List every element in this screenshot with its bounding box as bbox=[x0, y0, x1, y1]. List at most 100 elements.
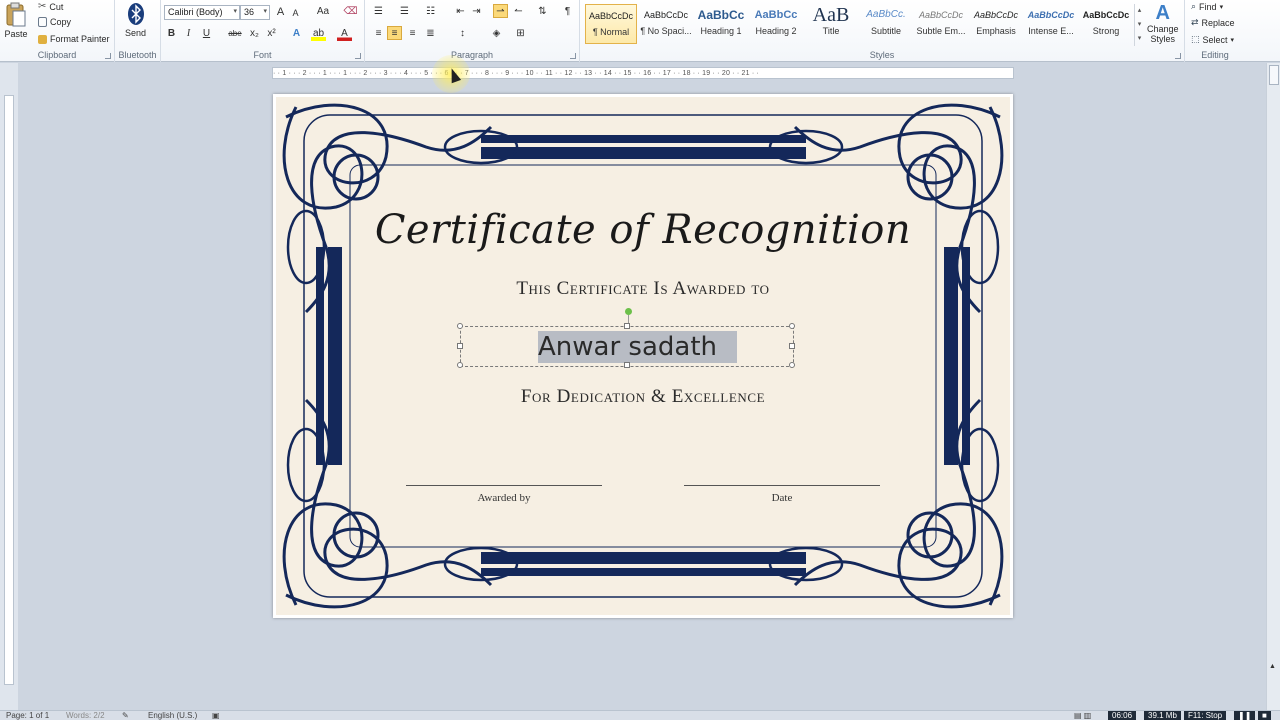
increase-indent-button[interactable]: ⇥ bbox=[469, 5, 484, 19]
styles-launcher[interactable] bbox=[1175, 53, 1181, 59]
rtl-button[interactable]: ↼ bbox=[511, 5, 526, 19]
paragraph-launcher[interactable] bbox=[570, 53, 576, 59]
bluetooth-send-button[interactable]: Send bbox=[125, 2, 146, 38]
font-launcher[interactable] bbox=[355, 53, 361, 59]
style-title[interactable]: AaB Title bbox=[805, 4, 857, 44]
styles-gallery-scroll[interactable]: ▴ ▾ ▾ bbox=[1134, 4, 1144, 46]
status-bar: Page: 1 of 1 Words: 2/2 ✎ English (U.S.)… bbox=[0, 710, 1280, 720]
change-case-button[interactable]: Aa bbox=[313, 5, 333, 19]
word-count[interactable]: Words: 2/2 bbox=[66, 711, 105, 720]
replace-label: Replace bbox=[1201, 17, 1235, 28]
align-right-button[interactable]: ≡ bbox=[405, 27, 420, 41]
highlight-button[interactable]: ab bbox=[311, 27, 326, 41]
line-spacing-button[interactable]: ↕ bbox=[455, 27, 470, 41]
resize-handle-bottom[interactable] bbox=[624, 362, 630, 368]
clear-formatting-button[interactable]: ⌫ bbox=[343, 5, 358, 19]
resize-handle-top[interactable] bbox=[624, 323, 630, 329]
send-label: Send bbox=[125, 28, 147, 38]
scrollbar-thumb[interactable] bbox=[1269, 65, 1279, 85]
page-count[interactable]: Page: 1 of 1 bbox=[6, 711, 49, 720]
clipboard-launcher[interactable] bbox=[105, 53, 111, 59]
style-subtitle[interactable]: AaBbCc. Subtitle bbox=[860, 4, 912, 44]
recipient-name-selected[interactable]: Anwar sadath bbox=[538, 331, 738, 363]
superscript-button[interactable]: x² bbox=[264, 27, 279, 41]
numbered-list-icon: ☰ bbox=[400, 6, 409, 17]
italic-button[interactable]: I bbox=[181, 27, 196, 41]
resize-handle-bl[interactable] bbox=[457, 362, 463, 368]
underline-button[interactable]: U bbox=[199, 27, 214, 41]
left-to-right-icon: ⇀ bbox=[496, 6, 505, 17]
show-formatting-button[interactable]: ¶ bbox=[560, 5, 575, 19]
recipient-name-textbox[interactable]: Anwar sadath bbox=[457, 323, 795, 368]
copy-button[interactable]: Copy bbox=[38, 17, 71, 27]
numbering-button[interactable]: ☰ bbox=[397, 5, 412, 19]
bullet-list-icon: ☰ bbox=[374, 6, 383, 17]
awarded-by-label: Awarded by bbox=[477, 492, 531, 504]
top-band-inner bbox=[481, 147, 806, 159]
style-no-spacing[interactable]: AaBbCcDc ¶ No Spaci... bbox=[640, 4, 692, 44]
resize-handle-br[interactable] bbox=[789, 362, 795, 368]
style-subtle-emphasis[interactable]: AaBbCcDc Subtle Em... bbox=[915, 4, 967, 44]
stop-icon[interactable]: ■ bbox=[1258, 711, 1271, 720]
font-size-value: 36 bbox=[244, 7, 255, 17]
align-left-button[interactable]: ≡ bbox=[371, 27, 386, 41]
justify-icon: ≣ bbox=[426, 28, 435, 39]
scroll-up-icon[interactable]: ▲ bbox=[1269, 663, 1276, 670]
resize-handle-left[interactable] bbox=[457, 343, 463, 349]
language-indicator[interactable]: English (U.S.) bbox=[148, 711, 197, 720]
paste-button[interactable]: Paste bbox=[4, 2, 28, 39]
decrease-indent-button[interactable]: ⇤ bbox=[453, 5, 468, 19]
cut-button[interactable]: ✂ Cut bbox=[38, 1, 63, 12]
ltr-button[interactable]: ⇀ bbox=[493, 4, 508, 18]
rotation-handle[interactable] bbox=[625, 308, 632, 315]
bold-button[interactable]: B bbox=[164, 27, 179, 41]
grow-font-button[interactable]: A bbox=[273, 5, 288, 19]
shading-button[interactable]: ◈ bbox=[489, 27, 504, 41]
style-strong[interactable]: AaBbCcDc Strong bbox=[1080, 4, 1132, 44]
style-name: ¶ No Spaci... bbox=[640, 26, 692, 36]
macro-icon[interactable]: ▣ bbox=[212, 711, 220, 720]
bullets-button[interactable]: ☰ bbox=[371, 5, 386, 19]
chevron-down-icon: ▾ bbox=[1230, 36, 1235, 44]
text-effects-button[interactable]: A bbox=[289, 27, 304, 41]
resize-handle-right[interactable] bbox=[789, 343, 795, 349]
recorder-time: 06:06 bbox=[1108, 711, 1137, 720]
vertical-scrollbar[interactable]: ▲ bbox=[1266, 63, 1280, 710]
style-heading-1[interactable]: AaBbCc Heading 1 bbox=[695, 4, 747, 44]
style-normal[interactable]: AaBbCcDc ¶ Normal bbox=[585, 4, 637, 44]
bluetooth-group: Send Bluetooth bbox=[115, 0, 161, 62]
horizontal-ruler[interactable]: · · 1 · · · 2 · · · 1 · · · 1 · · · 2 · … bbox=[272, 67, 1014, 79]
change-styles-button[interactable]: A Change Styles bbox=[1147, 2, 1179, 44]
vertical-ruler[interactable] bbox=[0, 63, 18, 710]
shrink-font-button[interactable]: A bbox=[288, 6, 303, 20]
style-emphasis[interactable]: AaBbCcDc Emphasis bbox=[970, 4, 1022, 44]
style-name: Intense E... bbox=[1028, 26, 1074, 36]
font-color-button[interactable]: A bbox=[337, 27, 352, 41]
resize-handle-tl[interactable] bbox=[457, 323, 463, 329]
borders-button[interactable]: ⊞ bbox=[513, 27, 528, 41]
date-signature-line bbox=[684, 485, 880, 486]
font-group: Calibri (Body) ▾ 36 ▾ A A Aa ⌫ B I U abe x… bbox=[161, 0, 365, 62]
resize-handle-tr[interactable] bbox=[789, 323, 795, 329]
proofing-icon[interactable]: ✎ bbox=[122, 711, 129, 720]
format-painter-button[interactable]: Format Painter bbox=[38, 34, 110, 44]
view-buttons[interactable]: ▤ ▥ bbox=[1074, 711, 1091, 720]
align-center-button[interactable]: ≡ bbox=[387, 26, 402, 40]
select-button[interactable]: ⬚ Select ▾ bbox=[1191, 34, 1234, 45]
replace-button[interactable]: ⇄ Replace bbox=[1191, 17, 1235, 28]
style-heading-2[interactable]: AaBbCc Heading 2 bbox=[750, 4, 802, 44]
recorder-stop[interactable]: F11: Stop bbox=[1184, 711, 1227, 720]
strikethrough-button[interactable]: abe bbox=[225, 27, 245, 41]
style-intense-emphasis[interactable]: AaBbCcDc Intense E... bbox=[1025, 4, 1077, 44]
font-name-combo[interactable]: Calibri (Body) ▾ bbox=[164, 5, 240, 20]
bluetooth-group-label: Bluetooth bbox=[118, 50, 157, 60]
subscript-button[interactable]: x₂ bbox=[247, 27, 262, 41]
bluetooth-icon bbox=[127, 3, 144, 25]
justify-button[interactable]: ≣ bbox=[423, 27, 438, 41]
pause-icon[interactable]: ❚❚ bbox=[1234, 711, 1256, 720]
document-page[interactable]: Certificate of Recognition This Certific… bbox=[273, 94, 1013, 618]
multilevel-list-button[interactable]: ☷ bbox=[423, 5, 438, 19]
font-size-combo[interactable]: 36 ▾ bbox=[240, 5, 270, 20]
find-button[interactable]: ⌕ Find ▾ bbox=[1191, 1, 1223, 12]
sort-button[interactable]: ⇅ bbox=[535, 5, 550, 19]
